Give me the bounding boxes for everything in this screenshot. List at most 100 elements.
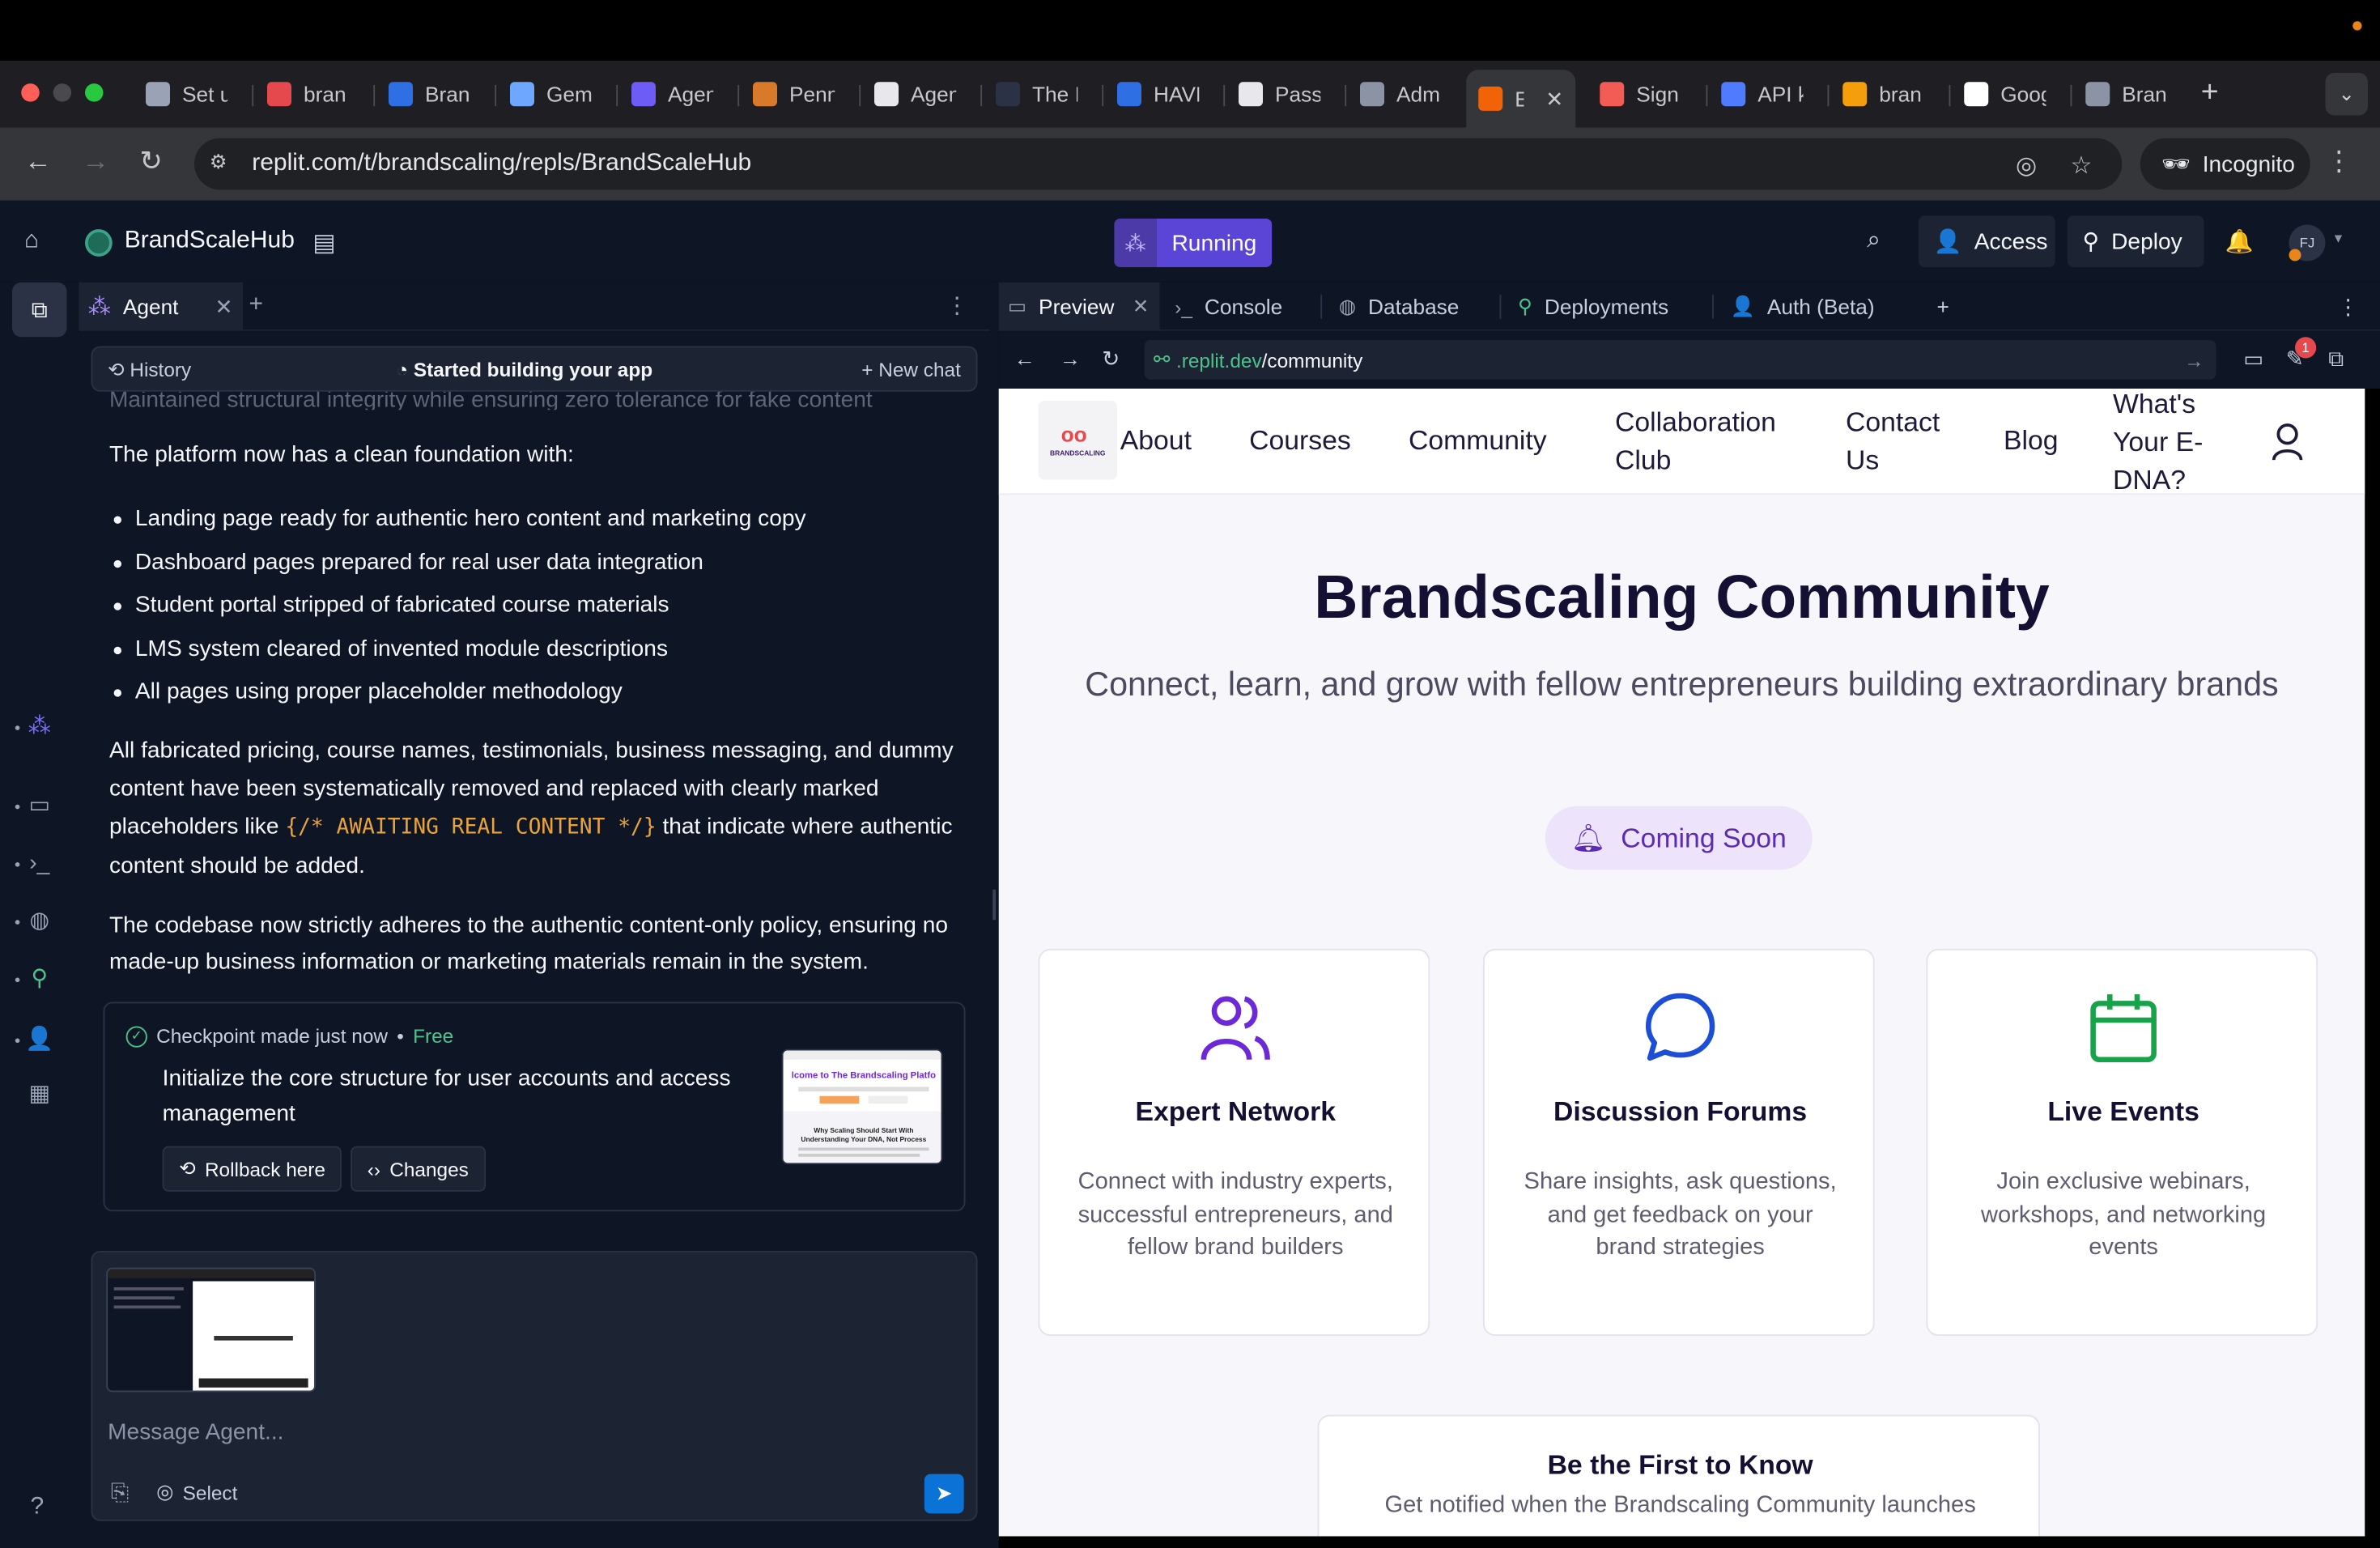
nav-link[interactable]: Community bbox=[1409, 422, 1547, 460]
tab-separator bbox=[373, 85, 376, 107]
browser-tab[interactable]: Set u bbox=[134, 73, 249, 116]
new-chat-button[interactable]: + New chat bbox=[861, 359, 961, 381]
search-icon[interactable]: ⌕ bbox=[1867, 228, 1881, 255]
browser-tab[interactable]: bran bbox=[1830, 73, 1946, 116]
back-icon[interactable]: ← bbox=[24, 146, 52, 177]
auth-icon[interactable]: 👤 bbox=[24, 1023, 55, 1054]
help-icon[interactable]: ? bbox=[31, 1494, 45, 1521]
browser-tab[interactable]: Agen bbox=[862, 73, 978, 116]
bell-icon[interactable]: 🔔 bbox=[2225, 228, 2254, 255]
browser-tab-label: API k bbox=[1757, 82, 1803, 107]
preview-url-bar[interactable]: ⚯ .replit.dev/community → bbox=[1144, 340, 2216, 380]
tab-auth[interactable]: 👤 Auth (Beta) bbox=[1721, 283, 1884, 331]
browser-tab[interactable]: The I bbox=[984, 73, 1099, 116]
add-tab-button[interactable]: + bbox=[249, 291, 264, 319]
tab-agent[interactable]: ⁂ Agent ✕ bbox=[79, 282, 243, 331]
incognito-label: Incognito bbox=[2202, 151, 2295, 177]
more-options-icon[interactable]: ⋮ bbox=[946, 291, 968, 319]
access-button[interactable]: 👤 Access bbox=[1919, 215, 2055, 267]
files-icon[interactable]: ⧉ bbox=[12, 282, 67, 338]
forward-icon[interactable]: → bbox=[82, 146, 109, 177]
tab-search-button[interactable]: ⌄ bbox=[2325, 73, 2368, 116]
nav-link[interactable]: Contact Us bbox=[1846, 404, 1940, 480]
browser-tab[interactable]: Sign bbox=[1587, 73, 1703, 116]
tab-database[interactable]: ◍ Database bbox=[1330, 283, 1468, 331]
deploy-button[interactable]: ⚲ Deploy bbox=[2067, 215, 2204, 267]
list-item: LMS system cleared of invented module de… bbox=[109, 627, 959, 670]
browser-tab[interactable]: API k bbox=[1709, 73, 1825, 116]
minimize-window-button[interactable] bbox=[53, 83, 72, 102]
list-item: Dashboard pages prepared for real user d… bbox=[109, 541, 959, 584]
checkpoint-screenshot-thumbnail[interactable]: lcome to The Brandscaling Platfo Why Sca… bbox=[781, 1048, 943, 1165]
close-tab-icon[interactable]: ✕ bbox=[1545, 86, 1563, 112]
panel-resize-handle[interactable] bbox=[989, 282, 999, 1548]
nav-link[interactable]: Collaboration Club bbox=[1615, 404, 1776, 480]
more-options-icon[interactable]: ⋮ bbox=[2328, 283, 2368, 331]
nav-link[interactable]: About bbox=[1120, 422, 1192, 460]
forward-icon[interactable]: → bbox=[1060, 347, 1081, 371]
browser-tab[interactable]: E✕ bbox=[1466, 70, 1576, 128]
tab-deployments[interactable]: ⚲ Deployments bbox=[1509, 283, 1678, 331]
site-logo[interactable]: oo BRANDSCALING bbox=[1038, 401, 1117, 480]
open-external-icon[interactable]: ⧉ bbox=[2328, 347, 2344, 372]
coming-soon-label: Coming Soon bbox=[1621, 822, 1787, 853]
message-input[interactable]: Message Agent... bbox=[108, 1419, 283, 1445]
maximize-window-button[interactable] bbox=[85, 83, 104, 102]
browser-tab[interactable]: bran bbox=[255, 73, 371, 116]
run-status-button[interactable]: ⁂ Running bbox=[1114, 219, 1273, 267]
database-icon[interactable]: ◍ bbox=[24, 905, 55, 936]
checkpoint-free-badge: Free bbox=[413, 1024, 454, 1048]
browser-tab[interactable]: Gem bbox=[498, 73, 614, 116]
select-element-button[interactable]: ◎ Select bbox=[156, 1480, 237, 1504]
send-button[interactable]: ➤ bbox=[924, 1474, 964, 1514]
devices-icon[interactable]: ▭ bbox=[2243, 347, 2263, 372]
tab-preview[interactable]: ▭ Preview ✕ bbox=[998, 282, 1160, 331]
project-avatar[interactable] bbox=[85, 229, 113, 257]
site-info-icon[interactable]: ⚙ bbox=[210, 151, 237, 178]
rollback-label: Rollback here bbox=[204, 1157, 326, 1180]
history-button[interactable]: ⟲ History bbox=[108, 359, 191, 383]
paperclip-icon[interactable]: ⎘ bbox=[111, 1480, 130, 1506]
bookmark-star-icon[interactable]: ☆ bbox=[2071, 151, 2093, 181]
new-tab-button[interactable]: + bbox=[2201, 76, 2219, 111]
browser-tab[interactable]: Pass bbox=[1226, 73, 1342, 116]
address-bar[interactable]: ⚙ replit.com/t/brandscaling/repls/BrandS… bbox=[194, 138, 2123, 190]
agent-icon[interactable]: ⁂ bbox=[24, 711, 55, 742]
browser-tab[interactable]: Agen bbox=[619, 73, 735, 116]
browser-tab[interactable]: Penn bbox=[741, 73, 856, 116]
browser-menu-icon[interactable]: ⋮ bbox=[2326, 146, 2353, 177]
user-icon[interactable] bbox=[2271, 422, 2304, 461]
browser-tab[interactable]: HAVE bbox=[1105, 73, 1221, 116]
reload-icon[interactable]: ↻ bbox=[140, 146, 163, 177]
home-icon[interactable]: ⌂ bbox=[24, 228, 39, 255]
console-icon[interactable]: ›_ bbox=[24, 847, 55, 878]
nav-link[interactable]: Courses bbox=[1249, 422, 1351, 460]
browser-tab[interactable]: Bran bbox=[2073, 73, 2189, 116]
browser-tab-label: Bran bbox=[425, 82, 470, 107]
nav-link[interactable]: What's Your E- DNA? bbox=[2113, 389, 2203, 500]
close-icon[interactable]: ✕ bbox=[215, 294, 232, 320]
close-window-button[interactable] bbox=[21, 83, 40, 102]
deployments-icon[interactable]: ⚲ bbox=[24, 963, 55, 993]
browser-tab[interactable]: Adm bbox=[1348, 73, 1464, 116]
add-tab-button[interactable]: + bbox=[1927, 283, 1958, 331]
eye-off-icon[interactable]: ◎ bbox=[2016, 151, 2037, 181]
go-arrow-icon[interactable]: → bbox=[2184, 348, 2204, 371]
project-name[interactable]: BrandScaleHub bbox=[125, 228, 295, 255]
rollback-button[interactable]: ⟲ Rollback here bbox=[162, 1146, 342, 1192]
incognito-button[interactable]: 🕶 Incognito bbox=[2140, 138, 2310, 190]
reload-icon[interactable]: ↻ bbox=[1102, 347, 1120, 372]
chevron-down-icon[interactable]: ▾ bbox=[2335, 231, 2342, 248]
browser-tab[interactable]: Bran bbox=[376, 73, 492, 116]
project-panel-icon[interactable]: ▤ bbox=[312, 228, 335, 258]
access-label: Access bbox=[1974, 228, 2048, 255]
tab-console[interactable]: ›_ Console bbox=[1166, 283, 1292, 331]
changes-button[interactable]: ‹› Changes bbox=[351, 1146, 486, 1192]
monitor-icon[interactable]: ▭ bbox=[24, 789, 55, 820]
attached-screenshot-thumbnail[interactable] bbox=[106, 1267, 316, 1393]
close-icon[interactable]: ✕ bbox=[1133, 295, 1149, 319]
all-tools-icon[interactable]: ▦ bbox=[24, 1078, 55, 1108]
nav-link[interactable]: Blog bbox=[2004, 422, 2059, 460]
back-icon[interactable]: ← bbox=[1014, 347, 1035, 371]
browser-tab[interactable]: Goog bbox=[1952, 73, 2068, 116]
